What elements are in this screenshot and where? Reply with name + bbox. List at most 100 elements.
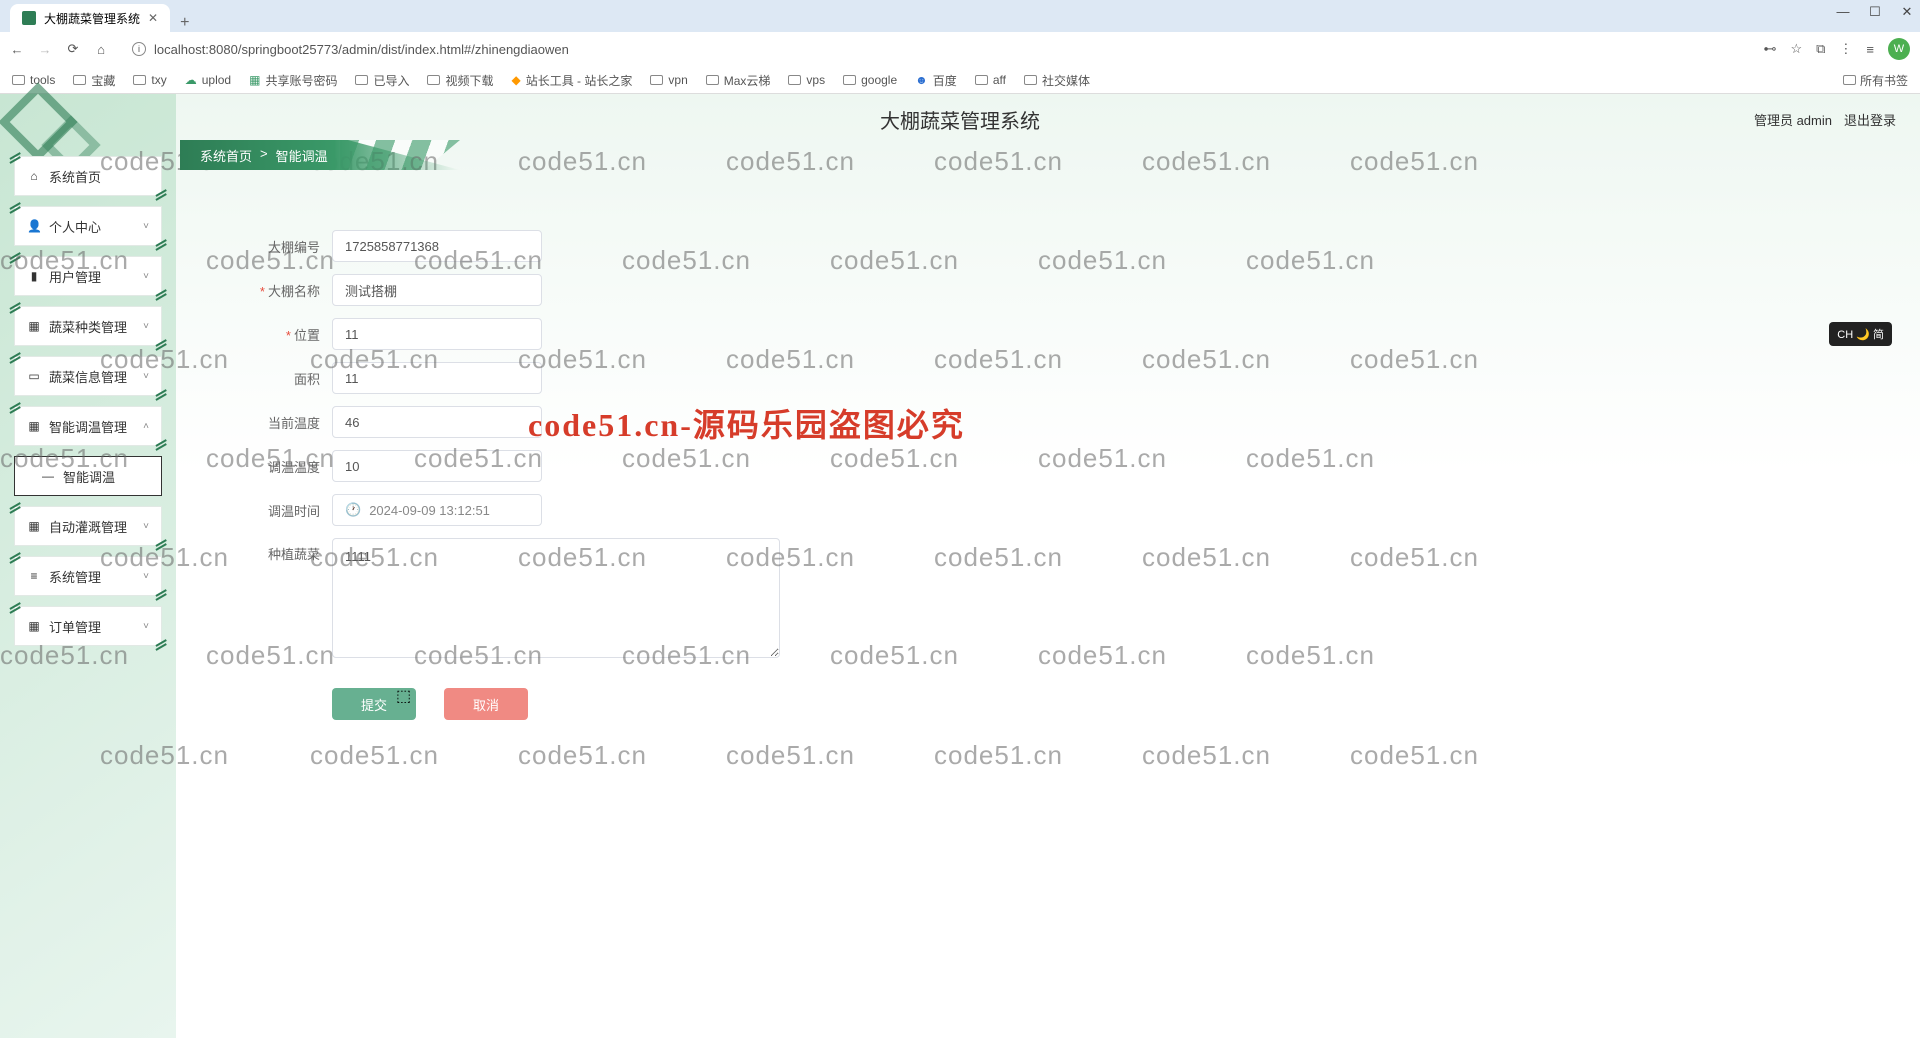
maximize-button[interactable]: ☐: [1868, 4, 1882, 20]
bookmark-item[interactable]: ▦共享账号密码: [249, 72, 337, 89]
sidebar-item-veg-info[interactable]: ▭ 蔬菜信息管理 ˅: [14, 356, 162, 396]
toolbar-right: ⊷ ☆ ⧉ ⋮ ≡ W: [1763, 38, 1910, 60]
profile-badge[interactable]: W: [1888, 38, 1910, 60]
form-row-target-temp: 调温温度: [210, 450, 1860, 482]
sidebar-item-label: 用户管理: [49, 267, 101, 286]
folder-icon: [843, 75, 856, 85]
app-title: 大棚蔬菜管理系统: [880, 105, 1040, 134]
area-input[interactable]: [332, 362, 542, 394]
home-button[interactable]: ⌂: [94, 42, 108, 57]
sidebar-item-label: 智能调温管理: [49, 417, 127, 436]
sidebar-subitem-smart-temp[interactable]: — 智能调温: [14, 456, 162, 496]
window-controls: — ☐ ✕: [1836, 4, 1914, 20]
bookmark-item[interactable]: 社交媒体: [1024, 72, 1090, 89]
url-box[interactable]: i localhost:8080/springboot25773/admin/d…: [122, 38, 1749, 61]
toolbar-icon-2[interactable]: ⧉: [1816, 41, 1825, 57]
chevron-down-icon: ˅: [143, 571, 149, 582]
bookmark-item[interactable]: ☁uplod: [185, 73, 231, 87]
user-role-label: 管理员 admin: [1754, 110, 1832, 129]
close-window-button[interactable]: ✕: [1900, 4, 1914, 20]
reload-button[interactable]: ⟳: [66, 41, 80, 57]
sidebar: ⌂ 系统首页 👤 个人中心 ˅ ▮ 用户管理 ˅ ▦ 蔬菜种类管理 ˅ ▭ 蔬菜…: [14, 156, 162, 656]
form-row-area: 面积: [210, 362, 1860, 394]
sidebar-item-veg-types[interactable]: ▦ 蔬菜种类管理 ˅: [14, 306, 162, 346]
sidebar-item-users[interactable]: ▮ 用户管理 ˅: [14, 256, 162, 296]
breadcrumb-home[interactable]: 系统首页: [200, 146, 252, 165]
new-tab-button[interactable]: +: [170, 14, 199, 32]
sidebar-item-profile[interactable]: 👤 个人中心 ˅: [14, 206, 162, 246]
bookmark-item[interactable]: ☻百度: [915, 72, 957, 89]
toolbar-icon-1[interactable]: ☆: [1790, 41, 1802, 57]
sidebar-item-label: 自动灌溉管理: [49, 517, 127, 536]
site-info-icon[interactable]: i: [132, 42, 146, 56]
toolbar-icon-3[interactable]: ⋮: [1839, 41, 1852, 57]
sidebar-item-irrigation[interactable]: ▦ 自动灌溉管理 ˅: [14, 506, 162, 546]
chevron-down-icon: ˅: [143, 621, 149, 632]
sidebar-item-label: 系统首页: [49, 167, 101, 186]
back-button[interactable]: ←: [10, 42, 24, 57]
bookmark-item[interactable]: aff: [975, 73, 1006, 87]
card-icon: ▭: [27, 369, 41, 383]
chevron-down-icon: ˅: [143, 521, 149, 532]
minimize-button[interactable]: —: [1836, 4, 1850, 20]
chevron-down-icon: ˅: [143, 271, 149, 282]
browser-tab[interactable]: 大棚蔬菜管理系统 ✕: [10, 4, 170, 32]
sidebar-item-orders[interactable]: ▦ 订单管理 ˅: [14, 606, 162, 646]
folder-icon: [788, 75, 801, 85]
sidebar-item-label: 智能调温: [63, 467, 115, 486]
form-row-location: *位置: [210, 318, 1860, 350]
grid-icon: ▦: [27, 419, 41, 433]
site-icon: ◆: [511, 73, 520, 87]
shed-name-input[interactable]: [332, 274, 542, 306]
field-label: 种植蔬菜: [268, 547, 320, 562]
cancel-button[interactable]: 取消: [444, 688, 528, 720]
field-label: 当前温度: [268, 416, 320, 431]
folder-icon: [706, 75, 719, 85]
bookmark-item[interactable]: 视频下载: [427, 72, 493, 89]
current-temp-input[interactable]: [332, 406, 542, 438]
forward-button[interactable]: →: [38, 42, 52, 57]
sidebar-item-system[interactable]: ≡ 系统管理 ˅: [14, 556, 162, 596]
list-icon: ≡: [27, 569, 41, 583]
folder-icon: [427, 75, 440, 85]
shed-no-input[interactable]: [332, 230, 542, 262]
form-row-plants: 种植蔬菜: [210, 538, 1860, 658]
time-value: 2024-09-09 13:12:51: [369, 503, 490, 518]
time-input[interactable]: 🕐 2024-09-09 13:12:51: [332, 494, 542, 526]
breadcrumb: 系统首页 > 智能调温: [180, 140, 328, 170]
sidebar-item-smart-temp[interactable]: ▦ 智能调温管理 ˄: [14, 406, 162, 446]
chevron-down-icon: ˅: [143, 221, 149, 232]
bookmark-item[interactable]: vpn: [650, 73, 687, 87]
sidebar-item-home[interactable]: ⌂ 系统首页: [14, 156, 162, 196]
sheet-icon: ▦: [249, 73, 260, 87]
field-label: 位置: [294, 328, 320, 343]
field-label: 大棚名称: [268, 284, 320, 299]
bookmark-item[interactable]: Max云梯: [706, 72, 771, 89]
sidebar-item-label: 蔬菜信息管理: [49, 367, 127, 386]
target-temp-input[interactable]: [332, 450, 542, 482]
url-text: localhost:8080/springboot25773/admin/dis…: [154, 42, 569, 57]
bookmark-item[interactable]: 已导入: [355, 72, 409, 89]
toolbar-icon-0[interactable]: ⊷: [1763, 41, 1776, 57]
app-header: 大棚蔬菜管理系统 管理员 admin 退出登录: [0, 94, 1920, 144]
app-container: 大棚蔬菜管理系统 管理员 admin 退出登录 系统首页 > 智能调温 ⌂ 系统…: [0, 94, 1920, 1038]
chevron-up-icon: ˄: [143, 421, 149, 432]
browser-chrome: 大棚蔬菜管理系统 ✕ + — ☐ ✕ ← → ⟳ ⌂ i localhost:8…: [0, 0, 1920, 94]
clock-icon: 🕐: [345, 502, 361, 518]
grid-icon: ▮: [27, 269, 41, 283]
dash-icon: —: [41, 469, 55, 483]
logout-button[interactable]: 退出登录: [1844, 110, 1896, 129]
all-bookmarks[interactable]: 所有书签: [1843, 72, 1908, 89]
plants-textarea[interactable]: [332, 538, 780, 658]
bookmark-item[interactable]: google: [843, 73, 897, 87]
tab-close-icon[interactable]: ✕: [148, 11, 158, 25]
toolbar-icon-4[interactable]: ≡: [1866, 42, 1874, 57]
bookmark-item[interactable]: txy: [133, 73, 166, 87]
submit-button[interactable]: 提交: [332, 688, 416, 720]
location-input[interactable]: [332, 318, 542, 350]
sidebar-item-label: 系统管理: [49, 567, 101, 586]
bookmark-item[interactable]: ◆站长工具 - 站长之家: [511, 72, 632, 89]
breadcrumb-sep: >: [260, 146, 268, 165]
form-area: 大棚编号 *大棚名称 *位置 面积 当前温度 调温温度 调温时间 🕐 202: [210, 230, 1860, 720]
bookmark-item[interactable]: vps: [788, 73, 825, 87]
